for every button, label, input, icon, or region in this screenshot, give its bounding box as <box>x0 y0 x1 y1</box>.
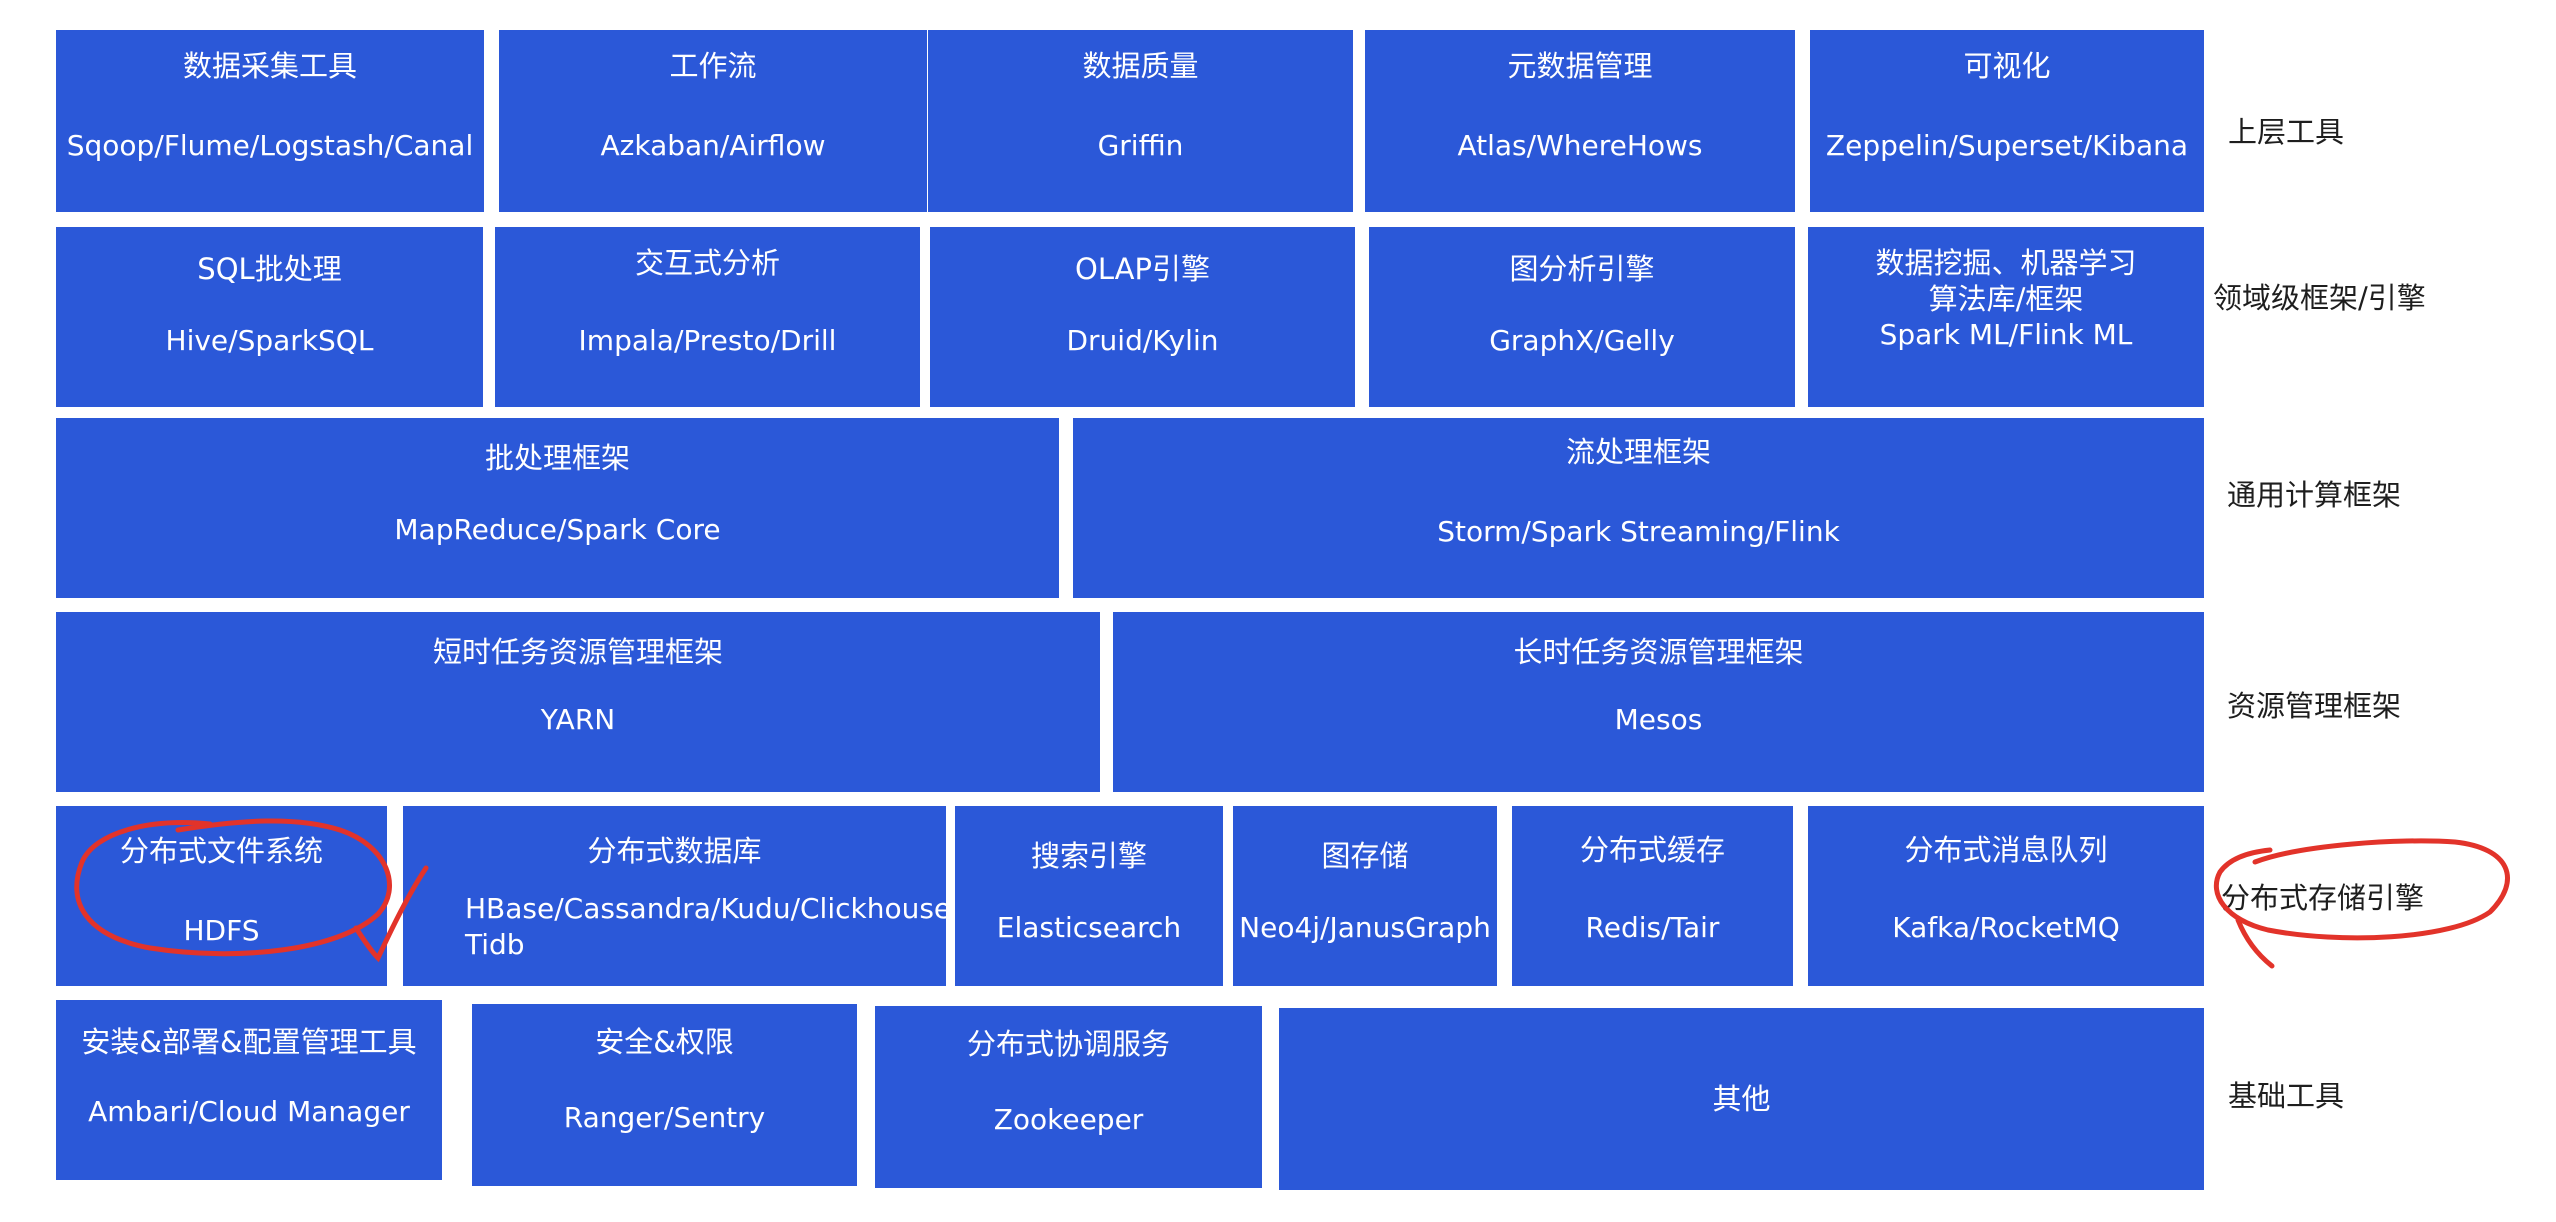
box-title: 分布式协调服务 <box>966 1027 1170 1061</box>
box-stream-framework: 流处理框架 Storm/Spark Streaming/Flink <box>1073 418 2204 598</box>
box-title: 批处理框架 <box>484 441 630 475</box>
box-tools: Hive/SparkSQL <box>165 324 374 357</box>
box-tools: Elasticsearch <box>996 911 1182 944</box>
box-tools: Impala/Presto/Drill <box>578 324 837 357</box>
box-graph-analysis-engine: 图分析引擎 GraphX/Gelly <box>1369 227 1795 407</box>
box-title: SQL批处理 <box>197 252 342 286</box>
box-distributed-cache: 分布式缓存 Redis/Tair <box>1512 806 1793 986</box>
box-tools: Redis/Tair <box>1585 911 1720 944</box>
box-title-line1: 数据挖掘、机器学习 <box>1875 246 2137 280</box>
box-title: 分布式文件系统 <box>119 834 323 868</box>
box-title: 安全&权限 <box>595 1025 734 1059</box>
box-distributed-database: 分布式数据库 HBase/Cassandra/Kudu/Clickhouse T… <box>403 806 951 986</box>
box-tools: Druid/Kylin <box>1066 324 1219 357</box>
box-title: 安装&部署&配置管理工具 <box>81 1025 417 1059</box>
box-sql-batch: SQL批处理 Hive/SparkSQL <box>56 227 483 407</box>
box-title: 流处理框架 <box>1565 435 1711 469</box>
box-tools: Spark ML/Flink ML <box>1879 318 2133 351</box>
box-data-quality: 数据质量 Griffin <box>928 30 1353 212</box>
box-tools-line2: Tidb <box>465 928 525 961</box>
box-title-line2: 算法库/框架 <box>1928 282 2084 316</box>
box-tools: Ranger/Sentry <box>563 1101 766 1134</box>
box-tools: Ambari/Cloud Manager <box>88 1095 410 1128</box>
box-distributed-message-queue: 分布式消息队列 Kafka/RocketMQ <box>1808 806 2204 986</box>
box-title: 交互式分析 <box>634 246 780 280</box>
box-search-engine: 搜索引擎 Elasticsearch <box>955 806 1223 986</box>
box-interactive-analysis: 交互式分析 Impala/Presto/Drill <box>495 227 920 407</box>
layer-label-basic-tools: 基础工具 <box>2228 1079 2345 1113</box>
box-tools: YARN <box>540 703 616 736</box>
box-tools: Zeppelin/Superset/Kibana <box>1825 129 2189 162</box>
box-tools: Kafka/RocketMQ <box>1892 911 2120 944</box>
box-others: 其他 <box>1279 1008 2204 1190</box>
box-tools: Zookeeper <box>993 1103 1144 1136</box>
box-title: 分布式缓存 <box>1579 833 1725 867</box>
box-tools-line1: HBase/Cassandra/Kudu/Clickhouse <box>465 892 952 925</box>
box-long-task-resource-mgmt: 长时任务资源管理框架 Mesos <box>1113 612 2204 792</box>
box-title: 搜索引擎 <box>1030 839 1147 873</box>
box-title: 数据质量 <box>1082 49 1199 83</box>
box-batch-framework: 批处理框架 MapReduce/Spark Core <box>56 418 1059 598</box>
box-olap-engine: OLAP引擎 Druid/Kylin <box>930 227 1355 407</box>
box-tools: Neo4j/JanusGraph <box>1239 911 1491 944</box>
box-tools: Griffin <box>1097 129 1184 162</box>
box-data-collection-tools: 数据采集工具 Sqoop/Flume/Logstash/Canal <box>56 30 484 212</box>
box-title: OLAP引擎 <box>1075 252 1210 286</box>
box-title: 数据采集工具 <box>182 49 357 83</box>
box-security-permissions: 安全&权限 Ranger/Sentry <box>472 1004 857 1186</box>
box-title: 长时任务资源管理框架 <box>1513 635 1804 669</box>
box-metadata-management: 元数据管理 Atlas/WhereHows <box>1365 30 1795 212</box>
box-title: 短时任务资源管理框架 <box>432 635 723 669</box>
red-circle-tail <box>2235 917 2275 969</box>
box-title: 图分析引擎 <box>1509 252 1655 286</box>
box-tools: Azkaban/Airflow <box>600 129 826 162</box>
box-data-mining-ml: 数据挖掘、机器学习 算法库/框架 Spark ML/Flink ML <box>1808 227 2204 407</box>
box-tools: Atlas/WhereHows <box>1457 129 1703 162</box>
layer-label-domain-frameworks: 领域级框架/引擎 <box>2213 281 2426 315</box>
box-workflow: 工作流 Azkaban/Airflow <box>499 30 927 212</box>
box-tools: MapReduce/Spark Core <box>394 513 721 546</box>
box-short-task-resource-mgmt: 短时任务资源管理框架 YARN <box>56 612 1100 792</box>
box-title: 分布式数据库 <box>587 834 762 868</box>
box-distributed-coordination: 分布式协调服务 Zookeeper <box>875 1006 1262 1188</box>
box-title: 其他 <box>1712 1082 1771 1116</box>
layer-label-resource-mgmt: 资源管理框架 <box>2227 689 2402 723</box>
box-tools: HDFS <box>183 914 260 947</box>
box-tools: GraphX/Gelly <box>1489 324 1675 357</box>
box-title: 工作流 <box>669 49 757 83</box>
box-title: 分布式消息队列 <box>1904 833 2108 867</box>
box-title: 可视化 <box>1963 49 2051 83</box>
box-title: 图存储 <box>1321 839 1409 873</box>
box-distributed-filesystem: 分布式文件系统 HDFS <box>56 806 387 986</box>
box-tools: Mesos <box>1614 703 1703 736</box>
layer-label-general-compute: 通用计算框架 <box>2227 478 2402 512</box>
box-graph-storage: 图存储 Neo4j/JanusGraph <box>1233 806 1497 986</box>
box-tools: Sqoop/Flume/Logstash/Canal <box>66 129 474 162</box>
layer-label-upper-tools: 上层工具 <box>2228 115 2345 149</box>
box-visualization: 可视化 Zeppelin/Superset/Kibana <box>1810 30 2204 212</box>
layer-label-distributed-storage: 分布式存储引擎 <box>2221 881 2425 915</box>
box-install-deploy-config: 安装&部署&配置管理工具 Ambari/Cloud Manager <box>56 1000 442 1180</box>
box-title: 元数据管理 <box>1507 49 1653 83</box>
box-tools: Storm/Spark Streaming/Flink <box>1437 515 1840 548</box>
